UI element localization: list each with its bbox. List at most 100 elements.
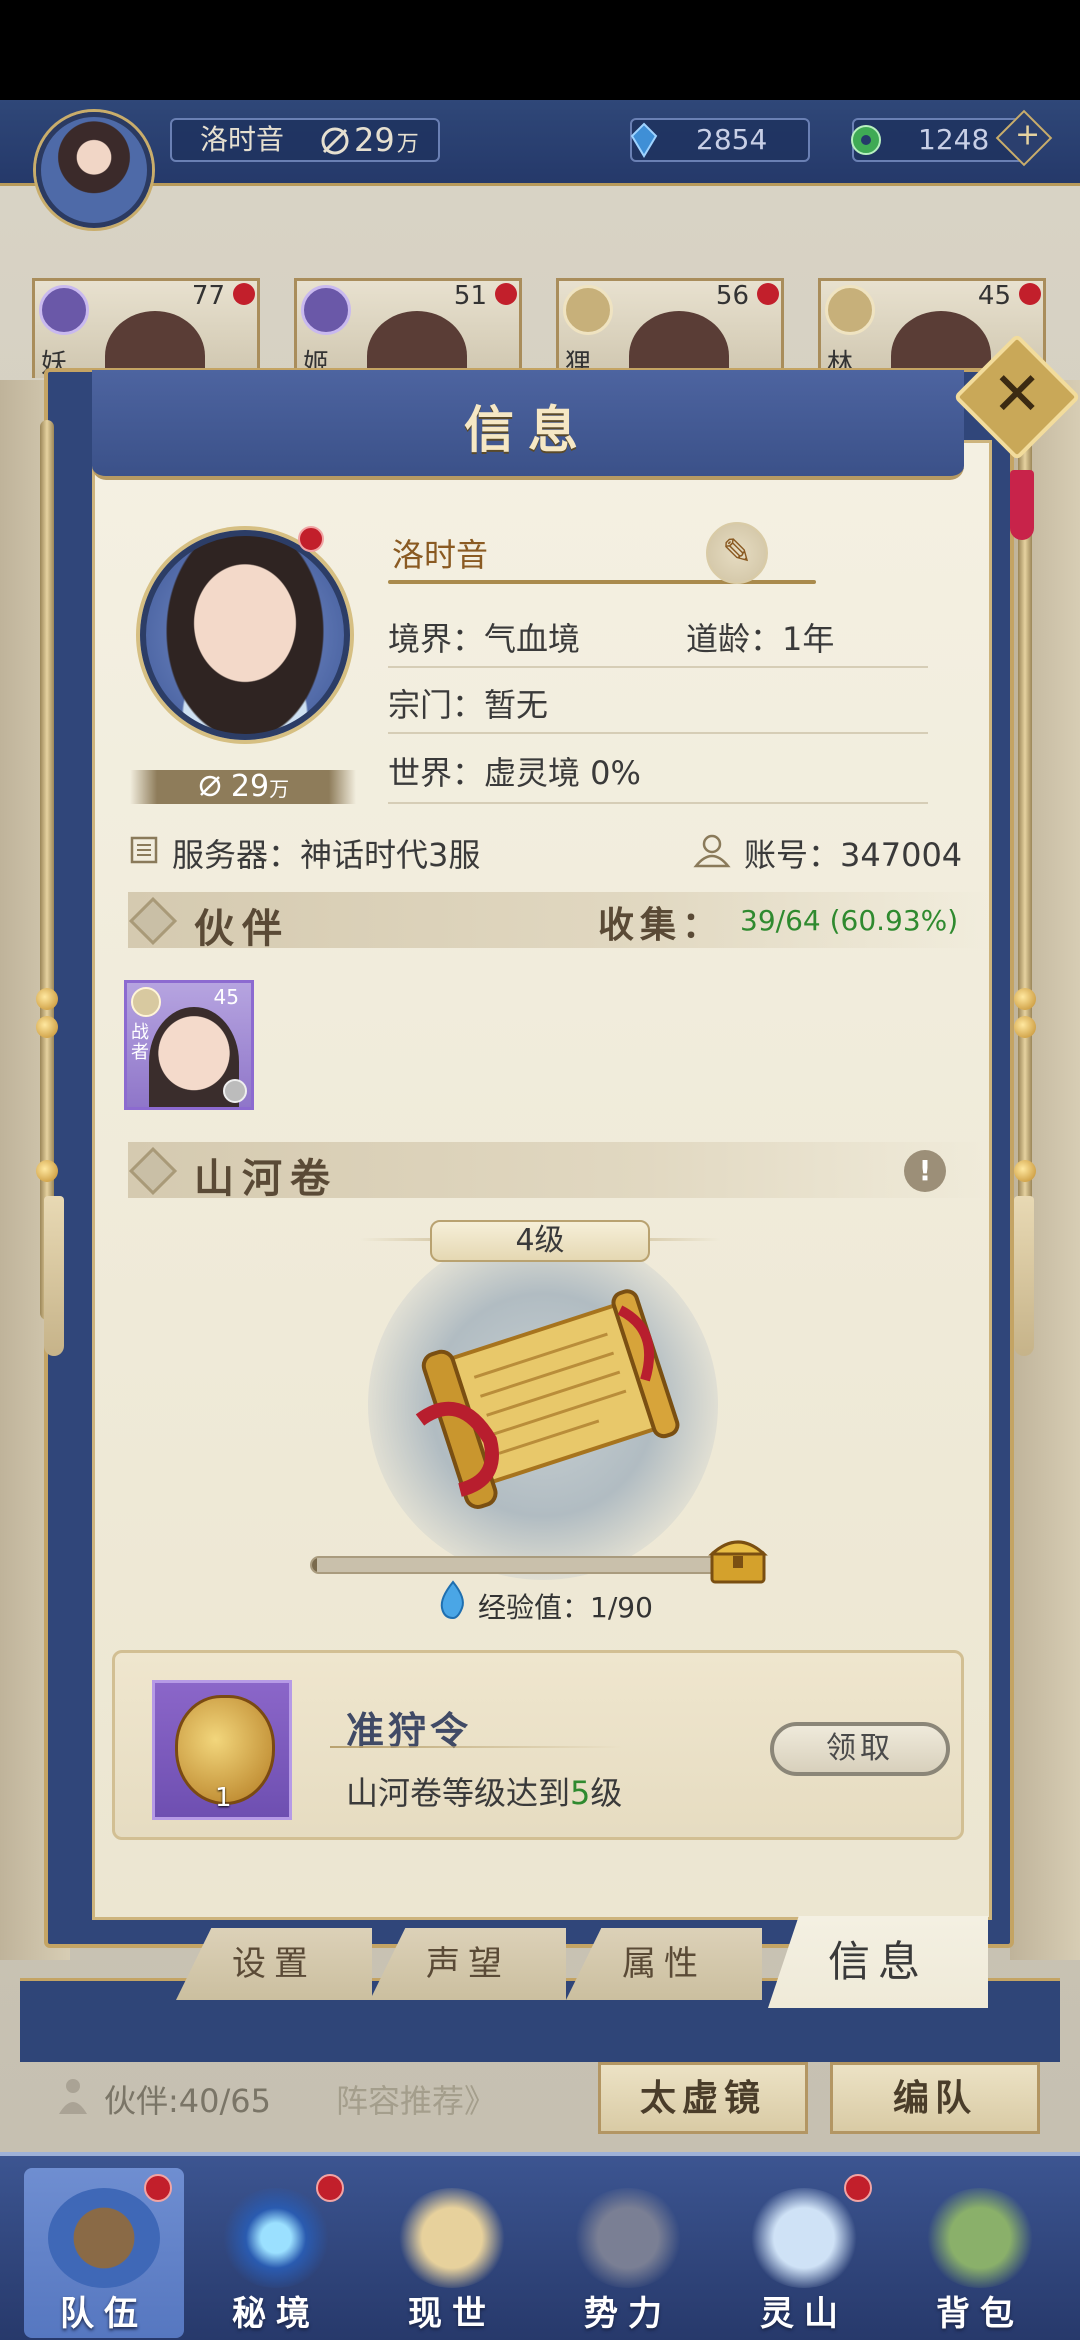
- reward-item-icon[interactable]: 1: [152, 1680, 292, 1820]
- companion-role: 战者: [131, 1022, 149, 1063]
- gem-icon: [630, 122, 658, 158]
- emblem-icon: [825, 285, 875, 335]
- notification-dot: [316, 2174, 344, 2202]
- reward-description: 山河卷等级达到5级: [346, 1768, 622, 1814]
- exp-progress-fill: [312, 1558, 317, 1572]
- nav-item-secret-realm[interactable]: 秘境: [196, 2168, 356, 2338]
- account-text: 账号：347004: [744, 836, 963, 874]
- nav-label: 灵山: [760, 2294, 848, 2334]
- emblem-icon: [131, 987, 161, 1017]
- reward-desc-level: 5: [570, 1774, 591, 1812]
- server-text: 服务器：神话时代3服: [172, 836, 481, 874]
- hero-level: 51: [453, 281, 487, 311]
- hero-level: 45: [977, 281, 1011, 311]
- nav-label: 队伍: [60, 2294, 148, 2334]
- account-icon: [693, 834, 731, 868]
- treasure-chest-icon[interactable]: [706, 1532, 770, 1586]
- divider: [388, 732, 928, 734]
- sect-text: 宗门：暂无: [388, 686, 549, 724]
- nav-item-bag[interactable]: 背包: [900, 2168, 1060, 2338]
- notification-dot: [757, 283, 779, 305]
- player-power-value: 29: [354, 121, 395, 159]
- nav-label: 现世: [408, 2294, 496, 2334]
- exp-label: 经验值：1/90: [478, 1591, 653, 1624]
- formation-button[interactable]: 编队: [830, 2062, 1040, 2134]
- notification-dot: [233, 283, 255, 305]
- bead-ornament: [1014, 1016, 1036, 1038]
- hero-level: 56: [715, 281, 749, 311]
- jade-count: 1248: [918, 123, 990, 156]
- bead-ornament: [36, 1160, 58, 1182]
- nav-item-faction[interactable]: 势力: [548, 2168, 708, 2338]
- divider: [388, 802, 928, 804]
- world-text: 世界：虚灵境 0%: [388, 754, 641, 792]
- partner-icon: [59, 2079, 87, 2114]
- collect-value: 39/64 (60.93%): [740, 904, 959, 937]
- power-icon: [199, 775, 221, 797]
- hero-level: 77: [191, 281, 225, 311]
- edit-brush-button[interactable]: ✎: [706, 522, 768, 584]
- divider: [388, 666, 928, 668]
- emblem-icon: [39, 285, 89, 335]
- notification-dot: [1019, 283, 1041, 305]
- nav-label: 背包: [936, 2294, 1024, 2334]
- tab-info[interactable]: 信息: [768, 1916, 988, 2008]
- status-bar: [0, 0, 1080, 100]
- divider: [330, 1746, 622, 1748]
- player-avatar[interactable]: [36, 112, 152, 228]
- profile-avatar[interactable]: [140, 530, 350, 740]
- flame-icon: [440, 1580, 464, 1620]
- bead-ornament: [1014, 988, 1036, 1010]
- scroll-icon[interactable]: [390, 1270, 710, 1530]
- bead-ornament: [36, 988, 58, 1010]
- claim-button[interactable]: 领取: [770, 1722, 950, 1776]
- hero-card[interactable]: 51 姬: [294, 278, 522, 378]
- hero-card[interactable]: 77 妖: [32, 278, 260, 378]
- notification-dot: [844, 2174, 872, 2202]
- gem-currency-chip[interactable]: 2854: [630, 118, 810, 162]
- bag-icon: [924, 2188, 1036, 2288]
- companion-card[interactable]: 45 战者: [124, 980, 254, 1110]
- star-icon: [223, 1079, 247, 1103]
- collect-label: 收集：: [598, 904, 725, 946]
- tassel-ornament: [1010, 470, 1034, 540]
- player-name-chip: 洛时音 29万: [170, 118, 440, 162]
- tassel-ornament: [1014, 1196, 1034, 1356]
- player-power: 29万: [354, 120, 419, 165]
- mountain-icon: [748, 2188, 860, 2288]
- partner-count: 伙伴:40/65: [104, 2082, 272, 2120]
- plus-icon: +: [1015, 117, 1041, 153]
- diamond-icon: [128, 896, 178, 946]
- jade-icon: [851, 125, 881, 155]
- player-power-unit: 万: [396, 132, 419, 157]
- scroll-level: 4级: [430, 1220, 650, 1262]
- profile-power-value: 29: [230, 769, 270, 804]
- server-icon: [130, 836, 158, 864]
- bead-ornament: [1014, 1160, 1036, 1182]
- nav-item-team[interactable]: 队伍: [24, 2168, 184, 2338]
- dao-age-text: 道龄：1年: [686, 620, 835, 658]
- reward-count: 1: [215, 1783, 232, 1813]
- bead-ornament: [36, 1016, 58, 1038]
- modal-title: 信息: [464, 400, 592, 459]
- diamond-icon: [128, 1146, 178, 1196]
- scroll-section-header: 山河卷: [128, 1142, 988, 1202]
- scroll-rail-right: [1018, 420, 1032, 1320]
- notification-dot: [298, 526, 324, 552]
- notification-dot: [495, 283, 517, 305]
- nav-item-world[interactable]: 现世: [372, 2168, 532, 2338]
- power-icon: [321, 127, 349, 155]
- profile-power-badge: 29万: [130, 770, 356, 804]
- emblem-icon: [301, 285, 351, 335]
- hero-card[interactable]: 56 狸: [556, 278, 784, 378]
- close-icon: ✕: [991, 359, 1043, 430]
- taixu-mirror-button[interactable]: 太虚镜: [598, 2062, 808, 2134]
- exp-progress-bar: [310, 1556, 730, 1574]
- section-title: 伙伴: [194, 905, 290, 952]
- lineup-recommend-link[interactable]: 阵容推荐》: [336, 2076, 496, 2122]
- team-icon: [48, 2188, 160, 2288]
- tassel-ornament: [44, 1196, 64, 1356]
- gem-count: 2854: [696, 123, 768, 156]
- nav-item-spirit-mountain[interactable]: 灵山: [724, 2168, 884, 2338]
- info-icon[interactable]: !: [904, 1150, 946, 1192]
